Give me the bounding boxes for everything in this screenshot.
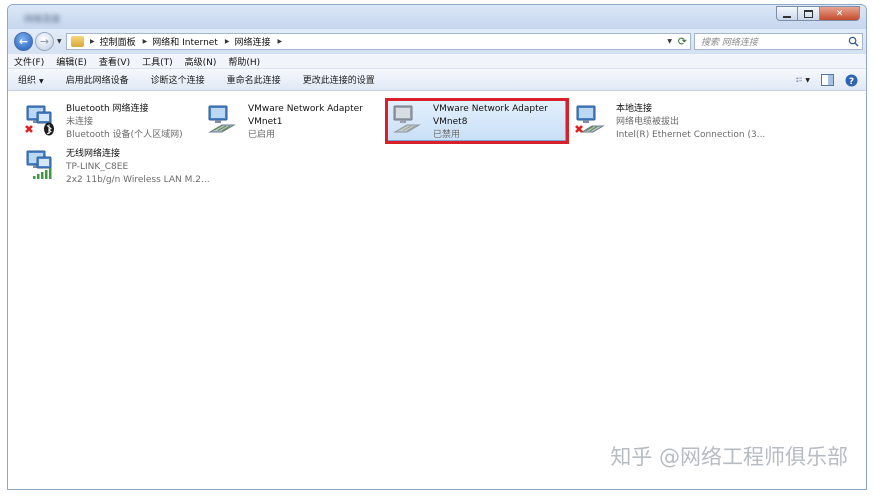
forward-button[interactable]: → (35, 32, 54, 51)
connection-device: 2x2 11b/g/n Wireless LAN M.2... (66, 175, 210, 185)
view-controls: ▼ ? (786, 73, 858, 87)
menu-bar: 文件(F) 编辑(E) 查看(V) 工具(T) 高级(N) 帮助(H) (8, 54, 866, 69)
connection-name: 无线网络连接 (66, 149, 121, 159)
change-settings-button[interactable]: 更改此连接的设置 (303, 73, 375, 86)
rename-connection-button[interactable]: 重命名此连接 (227, 73, 281, 86)
connection-name: 本地连接 (616, 104, 653, 114)
connection-item-local[interactable]: 本地连接 网络电缆被拔出 Intel(R) Ethernet Connectio… (570, 100, 765, 142)
back-button[interactable]: ← (14, 32, 33, 51)
bluetooth-network-icon (25, 105, 54, 136)
network-adapter-icon (208, 105, 236, 133)
maximize-icon (804, 9, 813, 18)
explorer-window: 网络连接 ✕ ← → ▼ ▶ 控制面板 ▶ 网络和 Internet ▶ 网络连… (7, 4, 867, 490)
svg-text:?: ? (848, 76, 853, 86)
menu-advanced[interactable]: 高级(N) (185, 55, 217, 68)
diagnose-connection-button[interactable]: 诊断这个连接 (151, 73, 205, 86)
connection-details: VMware Network Adapter VMnet1 已启用 (248, 103, 363, 142)
connection-details: Bluetooth 网络连接 未连接 Bluetooth 设备(个人区域网) (66, 103, 183, 142)
connection-network: VMnet1 (248, 117, 283, 127)
connection-details: VMware Network Adapter VMnet8 已禁用 (433, 103, 548, 142)
close-button[interactable]: ✕ (820, 6, 860, 21)
breadcrumb-chevron-icon[interactable]: ▶ (225, 38, 230, 45)
preview-pane-icon (820, 74, 834, 86)
local-network-icon (575, 105, 605, 133)
connection-name: VMware Network Adapter (248, 104, 363, 114)
connection-status: 未连接 (66, 117, 94, 127)
breadcrumb-chevron-icon[interactable]: ▶ (278, 38, 283, 45)
menu-view[interactable]: 查看(V) (99, 55, 130, 68)
close-icon: ✕ (835, 8, 844, 19)
help-icon: ? (845, 74, 857, 86)
connection-details: 本地连接 网络电缆被拔出 Intel(R) Ethernet Connectio… (616, 103, 765, 142)
connection-item-wireless[interactable]: 无线网络连接 TP-LINK_C8EE 2x2 11b/g/n Wireless… (20, 145, 210, 187)
preview-pane-button[interactable] (820, 73, 834, 87)
organize-button[interactable]: 组织 ▼ (18, 73, 44, 86)
command-bar: 组织 ▼ 启用此网络设备 诊断这个连接 重命名此连接 更改此连接的设置 ▼ ? (8, 69, 866, 91)
breadcrumb-chevron-icon[interactable]: ▶ (143, 38, 148, 45)
menu-file[interactable]: 文件(F) (14, 55, 44, 68)
address-bar: ← → ▼ ▶ 控制面板 ▶ 网络和 Internet ▶ 网络连接 ▶ ▼ ⟳… (8, 29, 866, 54)
minimize-button[interactable] (776, 6, 798, 21)
menu-edit[interactable]: 编辑(E) (56, 55, 87, 68)
enable-device-button[interactable]: 启用此网络设备 (66, 73, 129, 86)
refresh-icon[interactable]: ⟳ (678, 35, 687, 48)
breadcrumb-chevron-icon[interactable]: ▶ (90, 38, 95, 45)
menu-help[interactable]: 帮助(H) (228, 55, 260, 68)
control-panel-icon (71, 36, 84, 47)
minimize-icon (783, 15, 791, 18)
connections-list: Bluetooth 网络连接 未连接 Bluetooth 设备(个人区域网) V… (8, 92, 866, 489)
recent-pages-dropdown[interactable]: ▼ (57, 38, 62, 45)
connection-item-vmnet8[interactable]: VMware Network Adapter VMnet8 已禁用 (386, 99, 566, 141)
window-title: 网络连接 (24, 15, 61, 25)
network-adapter-disabled-icon (393, 105, 421, 133)
menu-tools[interactable]: 工具(T) (142, 55, 173, 68)
connection-item-bluetooth[interactable]: Bluetooth 网络连接 未连接 Bluetooth 设备(个人区域网) (20, 100, 200, 142)
back-arrow-icon: ← (18, 35, 29, 48)
connection-ssid: TP-LINK_C8EE (66, 162, 129, 172)
chevron-down-icon: ▼ (39, 78, 44, 85)
maximize-button[interactable] (798, 6, 820, 21)
title-bar[interactable]: 网络连接 ✕ (8, 5, 866, 29)
breadcrumb-control-panel[interactable]: 控制面板 (100, 35, 136, 48)
breadcrumb-network-connections[interactable]: 网络连接 (235, 35, 271, 48)
connection-status: 网络电缆被拔出 (616, 117, 680, 127)
connection-name: VMware Network Adapter (433, 104, 548, 114)
connection-device: Bluetooth 设备(个人区域网) (66, 130, 183, 140)
help-button[interactable]: ? (844, 73, 858, 87)
breadcrumb-network-internet[interactable]: 网络和 Internet (152, 35, 218, 48)
connection-details: 无线网络连接 TP-LINK_C8EE 2x2 11b/g/n Wireless… (66, 148, 210, 187)
connection-item-vmnet1[interactable]: VMware Network Adapter VMnet1 已启用 (202, 100, 382, 142)
connection-network: VMnet8 (433, 117, 468, 127)
window-controls: ✕ (776, 6, 860, 21)
search-icon[interactable] (848, 36, 859, 47)
watermark-text: 知乎 @网络工程师俱乐部 (610, 445, 848, 469)
wireless-network-icon (26, 150, 52, 179)
search-placeholder: 搜索 网络连接 (701, 38, 758, 48)
connection-status: 已启用 (248, 130, 276, 140)
forward-arrow-icon: → (39, 35, 50, 48)
connection-name: Bluetooth 网络连接 (66, 104, 149, 114)
address-history-dropdown[interactable]: ▼ (667, 38, 672, 45)
view-options-icon (796, 77, 802, 82)
connection-device: Intel(R) Ethernet Connection (3... (616, 130, 766, 140)
search-input[interactable]: 搜索 网络连接 (694, 33, 863, 50)
connection-status: 已禁用 (433, 130, 461, 140)
chevron-down-icon: ▼ (805, 76, 810, 84)
organize-label: 组织 (18, 76, 37, 86)
change-view-button[interactable]: ▼ (796, 73, 810, 87)
address-input[interactable]: ▶ 控制面板 ▶ 网络和 Internet ▶ 网络连接 ▶ ▼ ⟳ (66, 33, 691, 50)
